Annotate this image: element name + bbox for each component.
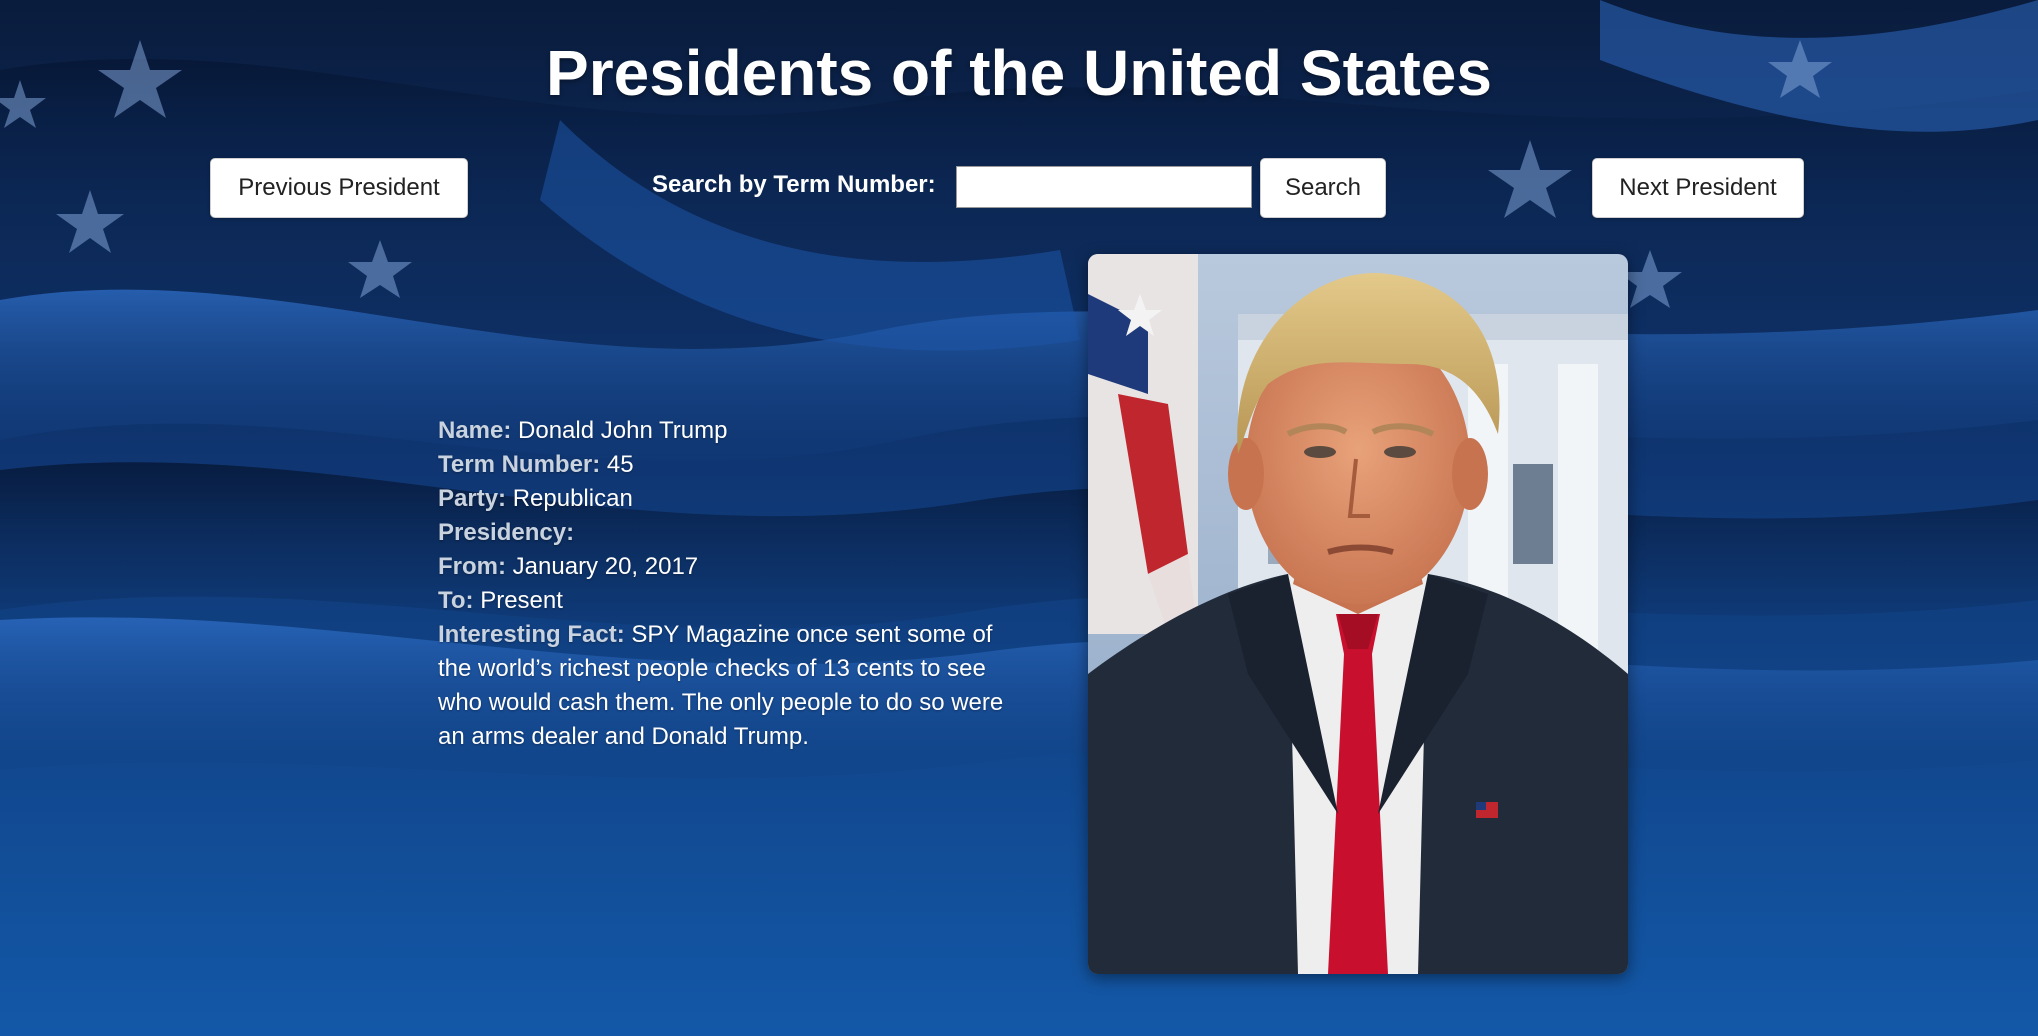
fact-row: Interesting Fact: SPY Magazine once sent… (438, 618, 1018, 754)
from-row: From: January 20, 2017 (438, 550, 1018, 584)
flag-background (0, 0, 2038, 1036)
previous-president-button[interactable]: Previous President (210, 158, 468, 218)
search-button[interactable]: Search (1260, 158, 1386, 218)
president-info: Name: Donald John Trump Term Number: 45 … (438, 414, 1018, 754)
from-label: From: (438, 553, 506, 580)
party-label: Party: (438, 485, 507, 512)
to-value: Present (480, 587, 563, 614)
president-portrait (1088, 254, 1628, 974)
presidency-label: Presidency: (438, 519, 575, 546)
search-label: Search by Term Number: (652, 171, 936, 198)
term-label: Term Number: (438, 451, 601, 478)
name-value: Donald John Trump (518, 417, 728, 444)
term-number-search-input[interactable] (956, 166, 1252, 208)
party-value: Republican (512, 485, 633, 512)
term-row: Term Number: 45 (438, 448, 1018, 482)
next-president-button[interactable]: Next President (1592, 158, 1804, 218)
party-row: Party: Republican (438, 482, 1018, 516)
term-value: 45 (606, 451, 634, 478)
name-row: Name: Donald John Trump (438, 414, 1018, 448)
fact-label: Interesting Fact: (438, 621, 625, 648)
name-label: Name: (438, 417, 512, 444)
page-title: Presidents of the United States (546, 37, 1492, 109)
from-value: January 20, 2017 (512, 553, 699, 580)
to-row: To: Present (438, 584, 1018, 618)
presidency-row: Presidency: (438, 516, 1018, 550)
to-label: To: (438, 587, 474, 614)
